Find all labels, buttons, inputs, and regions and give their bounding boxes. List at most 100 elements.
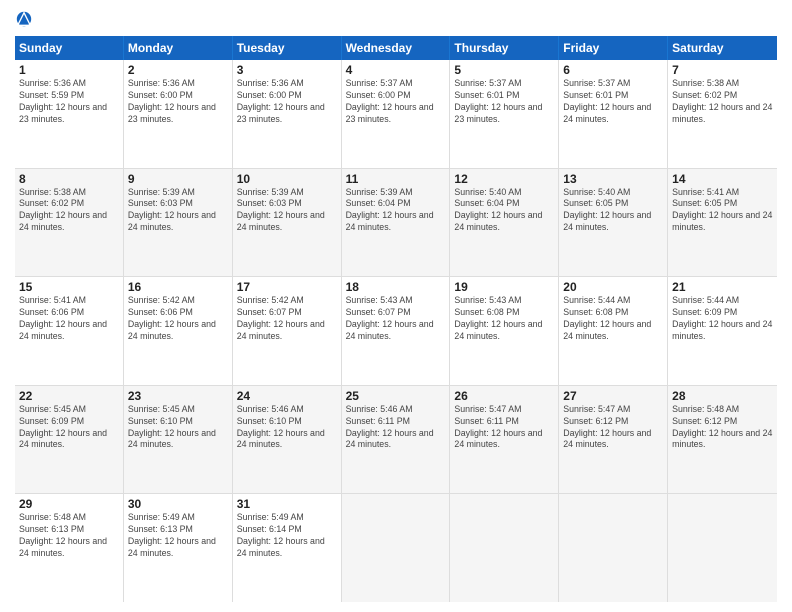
day-info: Sunrise: 5:40 AM Sunset: 6:04 PM Dayligh… — [454, 187, 554, 235]
day-info: Sunrise: 5:37 AM Sunset: 6:01 PM Dayligh… — [563, 78, 663, 126]
day-info: Sunrise: 5:38 AM Sunset: 6:02 PM Dayligh… — [19, 187, 119, 235]
day-number: 4 — [346, 63, 446, 77]
day-cell-26: 26Sunrise: 5:47 AM Sunset: 6:11 PM Dayli… — [450, 386, 559, 494]
weekday-header-saturday: Saturday — [668, 36, 777, 60]
day-number: 5 — [454, 63, 554, 77]
day-info: Sunrise: 5:38 AM Sunset: 6:02 PM Dayligh… — [672, 78, 773, 126]
day-info: Sunrise: 5:49 AM Sunset: 6:14 PM Dayligh… — [237, 512, 337, 560]
empty-cell — [668, 494, 777, 602]
day-cell-4: 4Sunrise: 5:37 AM Sunset: 6:00 PM Daylig… — [342, 60, 451, 168]
day-cell-22: 22Sunrise: 5:45 AM Sunset: 6:09 PM Dayli… — [15, 386, 124, 494]
day-info: Sunrise: 5:47 AM Sunset: 6:12 PM Dayligh… — [563, 404, 663, 452]
week-row-4: 22Sunrise: 5:45 AM Sunset: 6:09 PM Dayli… — [15, 386, 777, 495]
day-cell-29: 29Sunrise: 5:48 AM Sunset: 6:13 PM Dayli… — [15, 494, 124, 602]
logo — [15, 10, 37, 28]
day-cell-25: 25Sunrise: 5:46 AM Sunset: 6:11 PM Dayli… — [342, 386, 451, 494]
empty-cell — [559, 494, 668, 602]
day-info: Sunrise: 5:42 AM Sunset: 6:07 PM Dayligh… — [237, 295, 337, 343]
day-cell-7: 7Sunrise: 5:38 AM Sunset: 6:02 PM Daylig… — [668, 60, 777, 168]
day-number: 8 — [19, 172, 119, 186]
day-cell-5: 5Sunrise: 5:37 AM Sunset: 6:01 PM Daylig… — [450, 60, 559, 168]
day-info: Sunrise: 5:49 AM Sunset: 6:13 PM Dayligh… — [128, 512, 228, 560]
day-cell-18: 18Sunrise: 5:43 AM Sunset: 6:07 PM Dayli… — [342, 277, 451, 385]
day-number: 16 — [128, 280, 228, 294]
day-number: 27 — [563, 389, 663, 403]
day-number: 6 — [563, 63, 663, 77]
day-info: Sunrise: 5:37 AM Sunset: 6:00 PM Dayligh… — [346, 78, 446, 126]
day-number: 1 — [19, 63, 119, 77]
day-cell-10: 10Sunrise: 5:39 AM Sunset: 6:03 PM Dayli… — [233, 169, 342, 277]
day-number: 28 — [672, 389, 773, 403]
header — [15, 10, 777, 28]
day-number: 26 — [454, 389, 554, 403]
day-cell-28: 28Sunrise: 5:48 AM Sunset: 6:12 PM Dayli… — [668, 386, 777, 494]
day-number: 21 — [672, 280, 773, 294]
day-cell-1: 1Sunrise: 5:36 AM Sunset: 5:59 PM Daylig… — [15, 60, 124, 168]
week-row-1: 1Sunrise: 5:36 AM Sunset: 5:59 PM Daylig… — [15, 60, 777, 169]
day-number: 25 — [346, 389, 446, 403]
day-number: 29 — [19, 497, 119, 511]
day-number: 15 — [19, 280, 119, 294]
week-row-5: 29Sunrise: 5:48 AM Sunset: 6:13 PM Dayli… — [15, 494, 777, 602]
day-number: 11 — [346, 172, 446, 186]
day-number: 19 — [454, 280, 554, 294]
day-number: 12 — [454, 172, 554, 186]
empty-cell — [450, 494, 559, 602]
day-info: Sunrise: 5:36 AM Sunset: 5:59 PM Dayligh… — [19, 78, 119, 126]
day-number: 3 — [237, 63, 337, 77]
day-info: Sunrise: 5:43 AM Sunset: 6:08 PM Dayligh… — [454, 295, 554, 343]
day-info: Sunrise: 5:40 AM Sunset: 6:05 PM Dayligh… — [563, 187, 663, 235]
weekday-header-friday: Friday — [559, 36, 668, 60]
day-info: Sunrise: 5:45 AM Sunset: 6:10 PM Dayligh… — [128, 404, 228, 452]
day-number: 23 — [128, 389, 228, 403]
day-info: Sunrise: 5:48 AM Sunset: 6:13 PM Dayligh… — [19, 512, 119, 560]
weekday-header-tuesday: Tuesday — [233, 36, 342, 60]
day-info: Sunrise: 5:46 AM Sunset: 6:11 PM Dayligh… — [346, 404, 446, 452]
day-number: 2 — [128, 63, 228, 77]
logo-icon — [15, 10, 33, 28]
day-info: Sunrise: 5:37 AM Sunset: 6:01 PM Dayligh… — [454, 78, 554, 126]
day-number: 10 — [237, 172, 337, 186]
day-cell-17: 17Sunrise: 5:42 AM Sunset: 6:07 PM Dayli… — [233, 277, 342, 385]
day-cell-21: 21Sunrise: 5:44 AM Sunset: 6:09 PM Dayli… — [668, 277, 777, 385]
day-info: Sunrise: 5:36 AM Sunset: 6:00 PM Dayligh… — [237, 78, 337, 126]
day-info: Sunrise: 5:39 AM Sunset: 6:04 PM Dayligh… — [346, 187, 446, 235]
day-cell-6: 6Sunrise: 5:37 AM Sunset: 6:01 PM Daylig… — [559, 60, 668, 168]
day-number: 9 — [128, 172, 228, 186]
day-info: Sunrise: 5:39 AM Sunset: 6:03 PM Dayligh… — [128, 187, 228, 235]
day-cell-23: 23Sunrise: 5:45 AM Sunset: 6:10 PM Dayli… — [124, 386, 233, 494]
day-info: Sunrise: 5:43 AM Sunset: 6:07 PM Dayligh… — [346, 295, 446, 343]
day-info: Sunrise: 5:41 AM Sunset: 6:05 PM Dayligh… — [672, 187, 773, 235]
day-number: 17 — [237, 280, 337, 294]
day-cell-27: 27Sunrise: 5:47 AM Sunset: 6:12 PM Dayli… — [559, 386, 668, 494]
calendar-body: 1Sunrise: 5:36 AM Sunset: 5:59 PM Daylig… — [15, 60, 777, 602]
day-number: 22 — [19, 389, 119, 403]
day-info: Sunrise: 5:42 AM Sunset: 6:06 PM Dayligh… — [128, 295, 228, 343]
weekday-header-monday: Monday — [124, 36, 233, 60]
weekday-header-sunday: Sunday — [15, 36, 124, 60]
day-number: 13 — [563, 172, 663, 186]
day-cell-11: 11Sunrise: 5:39 AM Sunset: 6:04 PM Dayli… — [342, 169, 451, 277]
day-cell-20: 20Sunrise: 5:44 AM Sunset: 6:08 PM Dayli… — [559, 277, 668, 385]
day-cell-15: 15Sunrise: 5:41 AM Sunset: 6:06 PM Dayli… — [15, 277, 124, 385]
day-info: Sunrise: 5:47 AM Sunset: 6:11 PM Dayligh… — [454, 404, 554, 452]
page: SundayMondayTuesdayWednesdayThursdayFrid… — [0, 0, 792, 612]
day-info: Sunrise: 5:44 AM Sunset: 6:09 PM Dayligh… — [672, 295, 773, 343]
day-number: 31 — [237, 497, 337, 511]
day-info: Sunrise: 5:46 AM Sunset: 6:10 PM Dayligh… — [237, 404, 337, 452]
day-cell-8: 8Sunrise: 5:38 AM Sunset: 6:02 PM Daylig… — [15, 169, 124, 277]
weekday-header-thursday: Thursday — [450, 36, 559, 60]
calendar-header: SundayMondayTuesdayWednesdayThursdayFrid… — [15, 36, 777, 60]
day-cell-30: 30Sunrise: 5:49 AM Sunset: 6:13 PM Dayli… — [124, 494, 233, 602]
day-info: Sunrise: 5:36 AM Sunset: 6:00 PM Dayligh… — [128, 78, 228, 126]
calendar: SundayMondayTuesdayWednesdayThursdayFrid… — [15, 36, 777, 602]
day-number: 18 — [346, 280, 446, 294]
day-number: 7 — [672, 63, 773, 77]
day-cell-31: 31Sunrise: 5:49 AM Sunset: 6:14 PM Dayli… — [233, 494, 342, 602]
day-info: Sunrise: 5:41 AM Sunset: 6:06 PM Dayligh… — [19, 295, 119, 343]
day-info: Sunrise: 5:44 AM Sunset: 6:08 PM Dayligh… — [563, 295, 663, 343]
day-number: 30 — [128, 497, 228, 511]
day-info: Sunrise: 5:39 AM Sunset: 6:03 PM Dayligh… — [237, 187, 337, 235]
day-cell-2: 2Sunrise: 5:36 AM Sunset: 6:00 PM Daylig… — [124, 60, 233, 168]
week-row-2: 8Sunrise: 5:38 AM Sunset: 6:02 PM Daylig… — [15, 169, 777, 278]
